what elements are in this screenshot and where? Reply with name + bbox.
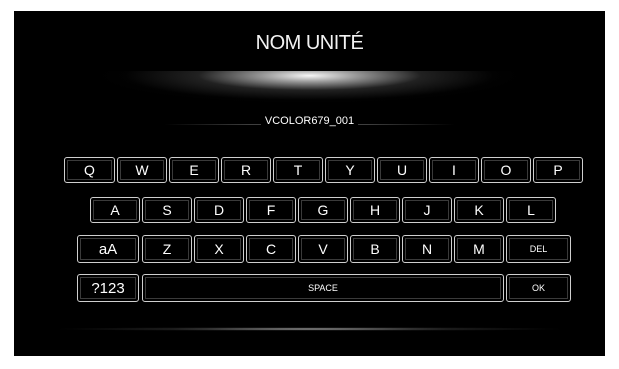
- key-s[interactable]: S: [142, 197, 192, 223]
- space-key[interactable]: SPACE: [142, 274, 504, 302]
- key-n[interactable]: N: [402, 235, 452, 263]
- key-o[interactable]: O: [481, 157, 531, 183]
- key-x[interactable]: X: [194, 235, 244, 263]
- delete-key[interactable]: DEL: [506, 235, 571, 263]
- key-p[interactable]: P: [533, 157, 583, 183]
- key-q[interactable]: Q: [64, 157, 115, 183]
- key-i[interactable]: I: [429, 157, 479, 183]
- key-t[interactable]: T: [273, 157, 323, 183]
- footer-glow-divider: [54, 327, 565, 331]
- key-g[interactable]: G: [298, 197, 348, 223]
- key-e[interactable]: E: [169, 157, 219, 183]
- key-b[interactable]: B: [350, 235, 400, 263]
- unit-name-screen: NOM UNITÉ VCOLOR679_001 Q W E R T Y U I …: [14, 11, 605, 356]
- ok-key[interactable]: OK: [506, 274, 571, 302]
- key-a[interactable]: A: [90, 197, 140, 223]
- key-c[interactable]: C: [246, 235, 296, 263]
- unit-name-field[interactable]: VCOLOR679_001: [14, 115, 605, 127]
- key-z[interactable]: Z: [142, 235, 192, 263]
- key-j[interactable]: J: [402, 197, 452, 223]
- shift-key[interactable]: aA: [77, 235, 139, 263]
- page-title: NOM UNITÉ: [255, 32, 364, 54]
- key-v[interactable]: V: [298, 235, 348, 263]
- unit-name-value: VCOLOR679_001: [260, 115, 359, 127]
- key-m[interactable]: M: [454, 235, 504, 263]
- key-l[interactable]: L: [506, 197, 556, 223]
- key-u[interactable]: U: [377, 157, 427, 183]
- key-f[interactable]: F: [246, 197, 296, 223]
- key-y[interactable]: Y: [325, 157, 375, 183]
- key-h[interactable]: H: [350, 197, 400, 223]
- key-k[interactable]: K: [454, 197, 504, 223]
- key-w[interactable]: W: [117, 157, 167, 183]
- symbols-key[interactable]: ?123: [77, 274, 139, 302]
- key-d[interactable]: D: [194, 197, 244, 223]
- key-r[interactable]: R: [221, 157, 271, 183]
